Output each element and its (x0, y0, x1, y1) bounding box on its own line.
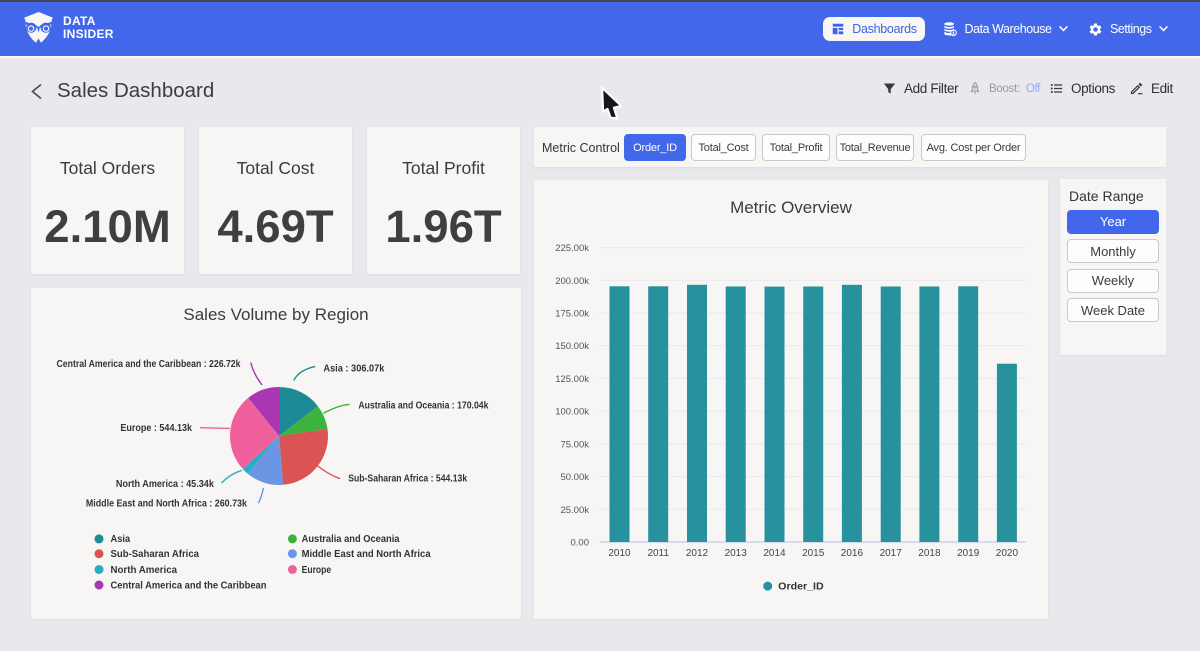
svg-text:2010: 2010 (608, 548, 631, 559)
svg-text:Europe: Europe (302, 565, 332, 576)
svg-text:200.00k: 200.00k (555, 276, 589, 287)
svg-text:100.00k: 100.00k (555, 407, 589, 418)
svg-text:Order_ID: Order_ID (778, 582, 824, 593)
svg-text:Australia and Oceania : 170.04: Australia and Oceania : 170.04k (358, 400, 488, 412)
svg-text:2015: 2015 (802, 548, 825, 559)
svg-text:Central America and the Caribb: Central America and the Caribbean (111, 580, 267, 591)
svg-text:225.00k: 225.00k (555, 243, 589, 254)
svg-text:2017: 2017 (880, 548, 903, 559)
svg-text:Sub-Saharan Africa : 544.13k: Sub-Saharan Africa : 544.13k (348, 473, 467, 485)
svg-text:North America: North America (111, 565, 178, 576)
svg-text:Asia : 306.07k: Asia : 306.07k (323, 363, 384, 375)
svg-text:Middle East and North Africa :: Middle East and North Africa : 260.73k (86, 497, 247, 509)
svg-text:2018: 2018 (918, 548, 941, 559)
svg-text:2019: 2019 (957, 548, 980, 559)
svg-text:150.00k: 150.00k (555, 341, 589, 352)
svg-text:175.00k: 175.00k (555, 309, 589, 320)
svg-text:50.00k: 50.00k (560, 472, 589, 483)
svg-text:Europe : 544.13k: Europe : 544.13k (120, 422, 192, 434)
svg-text:2016: 2016 (841, 548, 864, 559)
svg-text:Central America and the Caribb: Central America and the Caribbean : 226.… (57, 358, 241, 370)
svg-text:North America : 45.34k: North America : 45.34k (116, 478, 214, 490)
svg-text:0.00: 0.00 (571, 538, 590, 549)
svg-text:Middle East and North Africa: Middle East and North Africa (302, 549, 431, 560)
svg-text:2014: 2014 (763, 548, 786, 559)
svg-text:Sub-Saharan Africa: Sub-Saharan Africa (111, 549, 200, 560)
svg-text:2020: 2020 (996, 548, 1019, 559)
svg-text:2013: 2013 (725, 548, 748, 559)
svg-text:25.00k: 25.00k (560, 505, 589, 516)
svg-text:Asia: Asia (111, 534, 131, 545)
svg-text:Australia and Oceania: Australia and Oceania (302, 534, 400, 545)
svg-text:2012: 2012 (686, 548, 709, 559)
svg-text:125.00k: 125.00k (555, 374, 589, 385)
svg-text:75.00k: 75.00k (560, 439, 589, 450)
svg-text:2011: 2011 (647, 548, 669, 559)
